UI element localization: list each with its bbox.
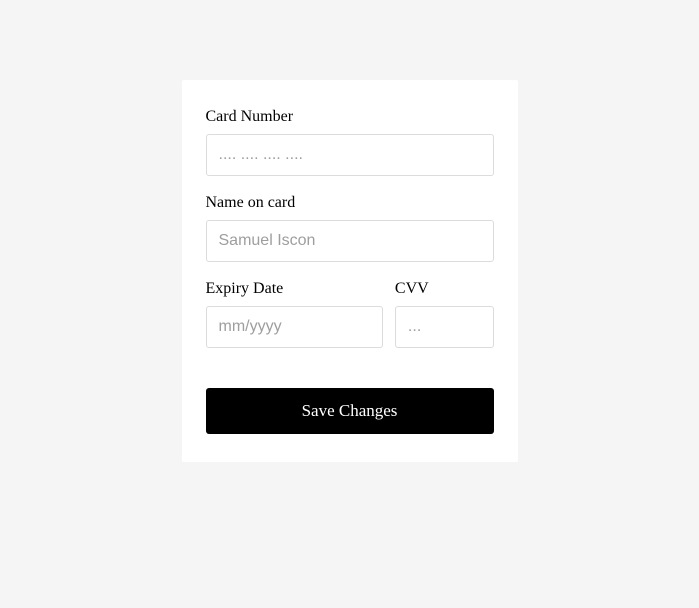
cvv-label: CVV (395, 280, 494, 298)
card-number-group: Card Number (206, 108, 494, 176)
payment-form-card: Card Number Name on card Expiry Date CVV… (182, 80, 518, 462)
expiry-date-input[interactable] (206, 306, 383, 348)
save-changes-button[interactable]: Save Changes (206, 388, 494, 434)
expiry-date-group: Expiry Date (206, 280, 383, 348)
card-number-input[interactable] (206, 134, 494, 176)
card-number-label: Card Number (206, 108, 494, 126)
name-on-card-label: Name on card (206, 194, 494, 212)
expiry-date-label: Expiry Date (206, 280, 383, 298)
expiry-cvv-row: Expiry Date CVV (206, 280, 494, 366)
name-on-card-input[interactable] (206, 220, 494, 262)
cvv-input[interactable] (395, 306, 494, 348)
name-on-card-group: Name on card (206, 194, 494, 262)
cvv-group: CVV (395, 280, 494, 348)
